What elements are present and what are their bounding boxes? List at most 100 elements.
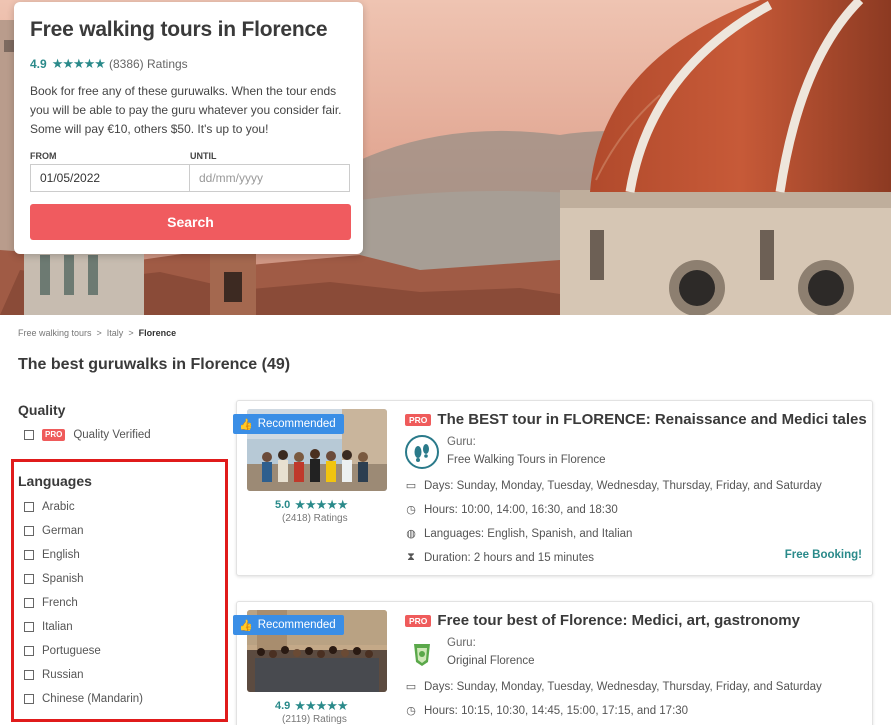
checkbox[interactable] xyxy=(24,574,34,584)
tour-hours: ◷ Hours: 10:15, 10:30, 14:45, 15:00, 17:… xyxy=(405,704,689,718)
hours-text: Hours: 10:00, 14:00, 16:30, and 18:30 xyxy=(424,503,618,516)
checkbox[interactable] xyxy=(24,622,34,632)
calendar-icon: ▭ xyxy=(405,681,417,693)
checkbox[interactable] xyxy=(24,502,34,512)
checkbox[interactable] xyxy=(24,670,34,680)
tour-days: ▭ Days: Sunday, Monday, Tuesday, Wednesd… xyxy=(405,479,822,493)
breadcrumb-separator: > xyxy=(128,328,134,338)
tour-rating: 5.0 ★★★★★ xyxy=(275,497,352,513)
language-option-spanish[interactable]: Spanish xyxy=(24,573,84,585)
guru-name[interactable]: Original Florence xyxy=(447,655,535,667)
guru-logo-icon[interactable] xyxy=(405,636,439,670)
language-option-french[interactable]: French xyxy=(24,597,78,609)
guru-name[interactable]: Free Walking Tours in Florence xyxy=(447,454,606,466)
rating-value: 4.9 xyxy=(30,57,47,71)
language-label: Portuguese xyxy=(42,645,101,657)
clock-icon: ◷ xyxy=(406,504,416,516)
languages-highlight-frame xyxy=(11,459,228,722)
language-label: English xyxy=(42,549,80,561)
hourglass-icon: ⧗ xyxy=(407,551,415,563)
breadcrumb: Free walking tours > Italy > Florence xyxy=(18,328,176,338)
recommended-badge: 👍 Recommended xyxy=(233,615,344,635)
date-range xyxy=(30,164,351,192)
checkbox[interactable] xyxy=(24,646,34,656)
star-icons: ★★★★★ xyxy=(294,698,348,713)
duration-text: Duration: 2 hours and 15 minutes xyxy=(424,551,595,564)
page-title: The best guruwalks in Florence (49) xyxy=(18,356,291,373)
language-label: Arabic xyxy=(42,501,75,513)
tour-card[interactable]: 👍 Recommended 4.9 ★★★★★ (2119) Ratings P… xyxy=(233,601,873,725)
language-label: Russian xyxy=(42,669,84,681)
language-label: Italian xyxy=(42,621,73,633)
calendar-icon: ▭ xyxy=(405,480,417,492)
checkbox[interactable] xyxy=(24,694,34,704)
language-option-german[interactable]: German xyxy=(24,525,84,537)
overall-rating: 4.9 ★★★★★ (8386) Ratings xyxy=(30,56,351,72)
until-label: UNTIL xyxy=(190,151,217,161)
breadcrumb-free-walking-tours[interactable]: Free walking tours xyxy=(18,328,92,338)
search-button[interactable]: Search xyxy=(30,204,351,240)
language-label: Chinese (Mandarin) xyxy=(42,693,143,705)
guru-label: Guru: xyxy=(447,436,476,448)
star-icons: ★★★★★ xyxy=(51,56,106,71)
language-option-chinese[interactable]: Chinese (Mandarin) xyxy=(24,693,143,705)
hero-banner: Free walking tours in Florence 4.9 ★★★★★… xyxy=(0,0,891,315)
ratings-count: (8386) Ratings xyxy=(108,57,188,71)
breadcrumb-separator: > xyxy=(96,328,102,338)
thumbs-up-icon: 👍 xyxy=(239,418,253,431)
tour-title-text[interactable]: Free tour best of Florence: Medici, art,… xyxy=(437,612,800,629)
free-booking-label[interactable]: Free Booking! xyxy=(785,549,862,561)
recommended-label: Recommended xyxy=(257,619,336,631)
tour-hours: ◷ Hours: 10:00, 14:00, 16:30, and 18:30 xyxy=(405,503,618,517)
checkbox[interactable] xyxy=(24,550,34,560)
guru-label: Guru: xyxy=(447,637,476,649)
tour-rating: 4.9 ★★★★★ xyxy=(275,698,352,714)
from-date-input[interactable] xyxy=(30,164,190,192)
clock-icon: ◷ xyxy=(406,705,416,717)
rating-value: 5.0 xyxy=(275,499,291,511)
pro-badge: PRO xyxy=(405,413,432,426)
thumbs-up-icon: 👍 xyxy=(239,619,253,632)
language-label: Spanish xyxy=(42,573,84,585)
until-date-input[interactable] xyxy=(190,164,350,192)
rating-value: 4.9 xyxy=(275,700,291,712)
checkbox[interactable] xyxy=(24,598,34,608)
checkbox[interactable] xyxy=(24,430,34,440)
language-label: German xyxy=(42,525,84,537)
tour-languages: ◍ Languages: English, Spanish, and Itali… xyxy=(405,527,633,541)
tour-days: ▭ Days: Sunday, Monday, Tuesday, Wednesd… xyxy=(405,680,822,694)
recommended-label: Recommended xyxy=(257,418,336,430)
hero-title: Free walking tours in Florence xyxy=(30,18,328,41)
breadcrumb-italy[interactable]: Italy xyxy=(107,328,124,338)
ratings-count: (2418) Ratings xyxy=(282,513,348,524)
language-option-portuguese[interactable]: Portuguese xyxy=(24,645,101,657)
quality-filter-title: Quality xyxy=(18,402,66,418)
language-label: French xyxy=(42,597,78,609)
globe-icon: ◍ xyxy=(406,528,416,540)
quality-verified-label: Quality Verified xyxy=(73,429,151,441)
breadcrumb-florence: Florence xyxy=(138,328,177,338)
language-option-arabic[interactable]: Arabic xyxy=(24,501,75,513)
tour-card[interactable]: 👍 Recommended 5.0 ★★★★★ (2418) Ratings P… xyxy=(233,400,873,576)
language-option-russian[interactable]: Russian xyxy=(24,669,84,681)
checkbox[interactable] xyxy=(24,526,34,536)
tour-title[interactable]: PRO The BEST tour in FLORENCE: Renaissan… xyxy=(405,411,867,428)
quality-verified-option[interactable]: PRO Quality Verified xyxy=(24,429,151,441)
pro-badge: PRO xyxy=(405,614,432,627)
days-text: Days: Sunday, Monday, Tuesday, Wednesday… xyxy=(424,479,822,492)
from-label: FROM xyxy=(30,151,57,161)
tour-duration: ⧗ Duration: 2 hours and 15 minutes xyxy=(405,551,594,564)
hero-description: Book for free any of these guruwalks. Wh… xyxy=(30,84,342,136)
hours-text: Hours: 10:15, 10:30, 14:45, 15:00, 17:15… xyxy=(424,704,689,717)
guru-logo-icon[interactable] xyxy=(405,435,439,469)
search-card: Free walking tours in Florence 4.9 ★★★★★… xyxy=(14,2,363,254)
date-labels: FROM UNTIL xyxy=(30,151,351,161)
languages-text: Languages: English, Spanish, and Italian xyxy=(424,527,633,540)
tour-title[interactable]: PRO Free tour best of Florence: Medici, … xyxy=(405,612,800,629)
languages-filter-title: Languages xyxy=(18,473,92,489)
days-text: Days: Sunday, Monday, Tuesday, Wednesday… xyxy=(424,680,822,693)
tour-title-text[interactable]: The BEST tour in FLORENCE: Renaissance a… xyxy=(437,411,866,428)
pro-badge: PRO xyxy=(42,429,66,441)
language-option-italian[interactable]: Italian xyxy=(24,621,73,633)
language-option-english[interactable]: English xyxy=(24,549,80,561)
